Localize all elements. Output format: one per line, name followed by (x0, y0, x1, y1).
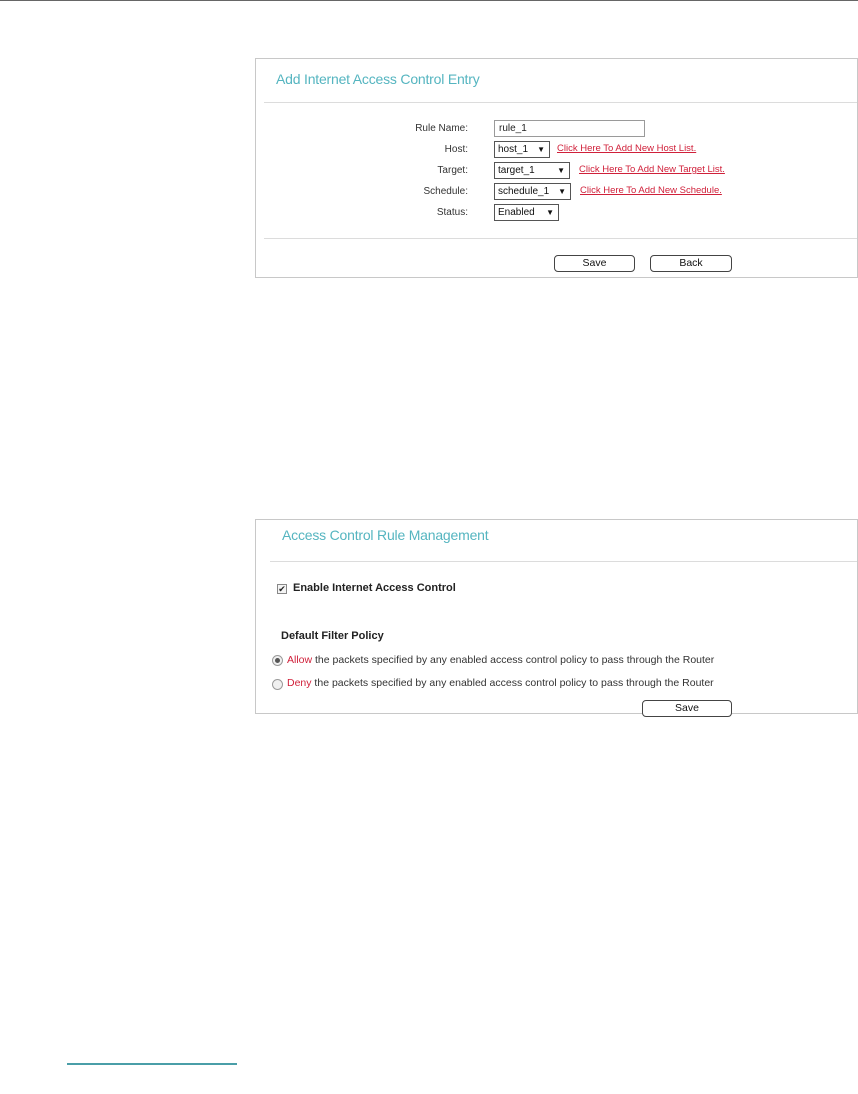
status-select-value: Enabled (498, 207, 535, 218)
chevron-down-icon: ▼ (537, 145, 545, 154)
chevron-down-icon: ▼ (558, 187, 566, 196)
allow-option-label: Allow the packets specified by any enabl… (287, 654, 714, 666)
panel-title: Add Internet Access Control Entry (276, 71, 480, 87)
checkmark-icon: ✔ (278, 584, 286, 594)
target-label: Target: (437, 165, 468, 176)
divider (264, 102, 857, 103)
add-host-link[interactable]: Click Here To Add New Host List. (557, 143, 696, 154)
host-label: Host: (444, 144, 468, 155)
target-select[interactable]: target_1 ▼ (494, 162, 570, 179)
divider (270, 561, 857, 562)
divider (264, 238, 857, 239)
rule-name-label: Rule Name: (415, 123, 468, 134)
default-filter-policy-heading: Default Filter Policy (281, 630, 384, 642)
allow-radio[interactable] (272, 655, 283, 666)
enable-access-control-checkbox[interactable]: ✔ (277, 584, 287, 594)
rule-management-panel: Access Control Rule Management ✔ Enable … (255, 519, 858, 717)
target-select-value: target_1 (498, 165, 535, 176)
save-button[interactable]: Save (554, 255, 635, 272)
chevron-down-icon: ▼ (557, 166, 565, 175)
status-select[interactable]: Enabled ▼ (494, 204, 559, 221)
host-select[interactable]: host_1 ▼ (494, 141, 550, 158)
allow-keyword: Allow (287, 654, 313, 666)
footer-accent-line (67, 1063, 237, 1065)
page: Add Internet Access Control Entry Rule N… (0, 0, 858, 1094)
deny-text: the packets specified by any enabled acc… (311, 677, 714, 689)
deny-option-label: Deny the packets specified by any enable… (287, 677, 714, 689)
allow-text: the packets specified by any enabled acc… (312, 654, 715, 666)
deny-keyword: Deny (287, 677, 312, 689)
schedule-label: Schedule: (423, 186, 468, 197)
back-button[interactable]: Back (650, 255, 732, 272)
add-target-link[interactable]: Click Here To Add New Target List. (579, 164, 725, 175)
save-button[interactable]: Save (642, 700, 732, 717)
add-schedule-link[interactable]: Click Here To Add New Schedule. (580, 185, 722, 196)
schedule-select-value: schedule_1 (498, 186, 550, 197)
panel-title: Access Control Rule Management (282, 527, 489, 543)
add-entry-panel: Add Internet Access Control Entry Rule N… (255, 58, 858, 278)
schedule-select[interactable]: schedule_1 ▼ (494, 183, 571, 200)
host-select-value: host_1 (498, 144, 529, 155)
top-divider (0, 0, 858, 1)
chevron-down-icon: ▼ (546, 208, 554, 217)
deny-radio[interactable] (272, 679, 283, 690)
status-label: Status: (436, 207, 468, 218)
rule-name-input[interactable] (494, 120, 645, 137)
enable-access-control-label: Enable Internet Access Control (293, 582, 456, 594)
